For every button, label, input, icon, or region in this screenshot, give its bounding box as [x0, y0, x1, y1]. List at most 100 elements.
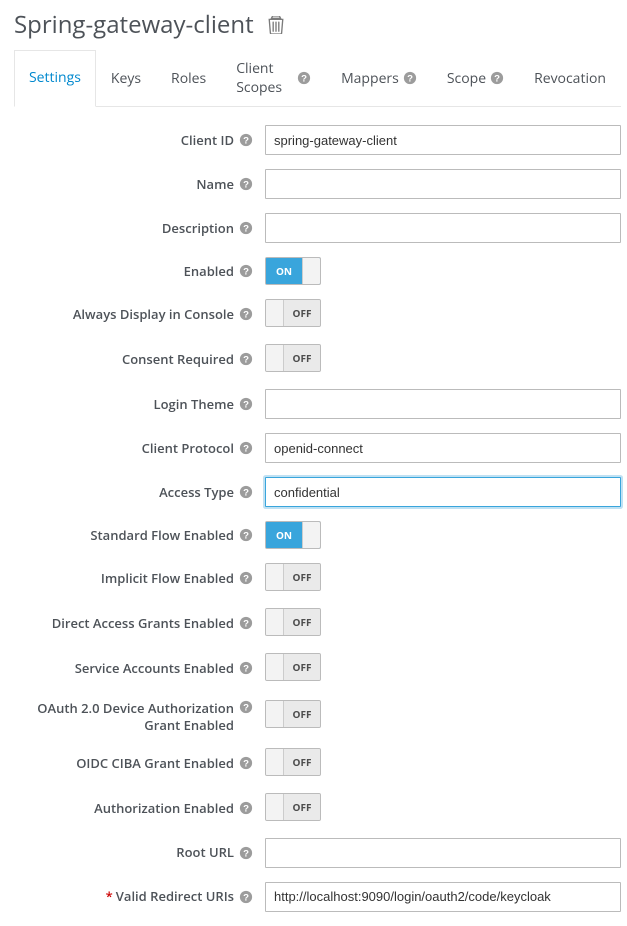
- tab-revocation[interactable]: Revocation: [519, 50, 621, 107]
- directAccess-toggle[interactable]: OFF: [265, 608, 321, 636]
- authorization-toggle[interactable]: OFF: [265, 793, 321, 821]
- form-label: Client ID?: [14, 132, 265, 149]
- help-icon[interactable]: ?: [239, 846, 253, 860]
- help-icon[interactable]: ?: [239, 264, 253, 278]
- tab-keys[interactable]: Keys: [96, 50, 156, 107]
- form-label: Description?: [14, 220, 265, 237]
- tab-roles[interactable]: Roles: [156, 50, 221, 107]
- help-icon[interactable]: ?: [239, 352, 253, 366]
- validRedirectUris-input[interactable]: [265, 882, 621, 912]
- help-icon: ?: [490, 71, 504, 85]
- label-text: Login Theme: [154, 395, 234, 413]
- tab-mappers[interactable]: Mappers?: [326, 50, 432, 107]
- toggle-on-label: ON: [266, 258, 302, 284]
- help-icon[interactable]: ?: [239, 485, 253, 499]
- label-text: Always Display in Console: [73, 305, 234, 323]
- clientProtocol-select[interactable]: [265, 433, 621, 463]
- form-row-cibaGrant: OIDC CIBA Grant Enabled?OFF: [14, 748, 621, 779]
- help-icon[interactable]: ?: [239, 397, 253, 411]
- help-icon[interactable]: ?: [239, 528, 253, 542]
- enabled-toggle[interactable]: ON: [265, 257, 321, 285]
- toggle-off-label: OFF: [284, 794, 320, 820]
- help-icon[interactable]: ?: [239, 133, 253, 147]
- label-text: Enabled: [184, 262, 234, 280]
- form-label: Standard Flow Enabled?: [14, 527, 265, 544]
- svg-text:?: ?: [243, 574, 249, 585]
- toggle-off-label: OFF: [284, 609, 320, 635]
- displayInConsole-toggle[interactable]: OFF: [265, 299, 321, 327]
- help-icon[interactable]: ?: [239, 616, 253, 630]
- label-text: Direct Access Grants Enabled: [52, 614, 234, 632]
- form-label: OIDC CIBA Grant Enabled?: [14, 755, 265, 772]
- help-icon[interactable]: ?: [239, 307, 253, 321]
- toggle-knob: [302, 522, 320, 548]
- help-icon[interactable]: ?: [239, 221, 253, 235]
- svg-text:?: ?: [243, 399, 249, 410]
- deviceAuthGrant-toggle[interactable]: OFF: [265, 700, 321, 728]
- loginTheme-select[interactable]: [265, 389, 621, 419]
- form-label: Access Type?: [14, 484, 265, 501]
- svg-text:?: ?: [243, 892, 249, 903]
- tab-label: Roles: [171, 69, 206, 88]
- help-icon[interactable]: ?: [239, 661, 253, 675]
- consentRequired-toggle[interactable]: OFF: [265, 344, 321, 372]
- toggle-knob: [266, 564, 284, 590]
- form-row-deviceAuthGrant: OAuth 2.0 Device Authorization Grant Ena…: [14, 698, 621, 734]
- description-input[interactable]: [265, 213, 621, 243]
- svg-text:?: ?: [243, 703, 249, 714]
- form-label: Enabled?: [14, 263, 265, 280]
- form-row-description: Description?: [14, 213, 621, 243]
- rootUrl-input[interactable]: [265, 838, 621, 868]
- implicitFlow-toggle[interactable]: OFF: [265, 563, 321, 591]
- toggle-knob: [266, 794, 284, 820]
- help-icon[interactable]: ?: [239, 756, 253, 770]
- toggle-off-label: OFF: [284, 654, 320, 680]
- form-label: Implicit Flow Enabled?: [14, 570, 265, 587]
- label-text: OAuth 2.0 Device Authorization Grant Ena…: [37, 699, 234, 734]
- svg-text:?: ?: [301, 74, 307, 85]
- svg-text:?: ?: [243, 804, 249, 815]
- form-label: Name?: [14, 176, 265, 193]
- toggle-knob: [302, 258, 320, 284]
- cibaGrant-toggle[interactable]: OFF: [265, 748, 321, 776]
- help-icon[interactable]: ?: [239, 177, 253, 191]
- svg-text:?: ?: [243, 355, 249, 366]
- tab-scope[interactable]: Scope?: [432, 50, 519, 107]
- form-label: Service Accounts Enabled?: [14, 660, 265, 677]
- form-label: Always Display in Console?: [14, 306, 265, 323]
- label-text: Service Accounts Enabled: [75, 659, 234, 677]
- form-row-consentRequired: Consent Required?OFF: [14, 344, 621, 375]
- form-label: Direct Access Grants Enabled?: [14, 615, 265, 632]
- standardFlow-toggle[interactable]: ON: [265, 521, 321, 549]
- help-icon[interactable]: ?: [239, 890, 253, 904]
- help-icon[interactable]: ?: [239, 700, 253, 714]
- label-text: Standard Flow Enabled: [90, 526, 234, 544]
- svg-text:?: ?: [243, 179, 249, 190]
- label-text: Root URL: [176, 843, 234, 861]
- help-icon: ?: [403, 71, 417, 85]
- svg-text:?: ?: [243, 443, 249, 454]
- help-icon[interactable]: ?: [239, 441, 253, 455]
- form-label: OAuth 2.0 Device Authorization Grant Ena…: [14, 698, 265, 734]
- tab-settings[interactable]: Settings: [14, 50, 96, 107]
- clientId-input[interactable]: [265, 125, 621, 155]
- form-row-accessType: Access Type?: [14, 477, 621, 507]
- toggle-off-label: OFF: [284, 701, 320, 727]
- name-input[interactable]: [265, 169, 621, 199]
- serviceAccounts-toggle[interactable]: OFF: [265, 653, 321, 681]
- help-icon[interactable]: ?: [239, 571, 253, 585]
- label-text: Implicit Flow Enabled: [101, 569, 234, 587]
- toggle-off-label: OFF: [284, 300, 320, 326]
- tab-client-scopes[interactable]: Client Scopes?: [221, 50, 326, 107]
- toggle-off-label: OFF: [284, 345, 320, 371]
- label-text: Description: [162, 219, 234, 237]
- accessType-select[interactable]: [265, 477, 621, 507]
- help-icon[interactable]: ?: [239, 801, 253, 815]
- form-row-directAccess: Direct Access Grants Enabled? OFF: [14, 608, 621, 639]
- tab-label: Scope: [447, 69, 486, 88]
- form-row-displayInConsole: Always Display in Console? OFF: [14, 299, 621, 330]
- delete-client-button[interactable]: [264, 12, 288, 38]
- form-row-clientProtocol: Client Protocol?: [14, 433, 621, 463]
- tab-label: Keys: [111, 69, 141, 88]
- label-text: Access Type: [159, 483, 234, 501]
